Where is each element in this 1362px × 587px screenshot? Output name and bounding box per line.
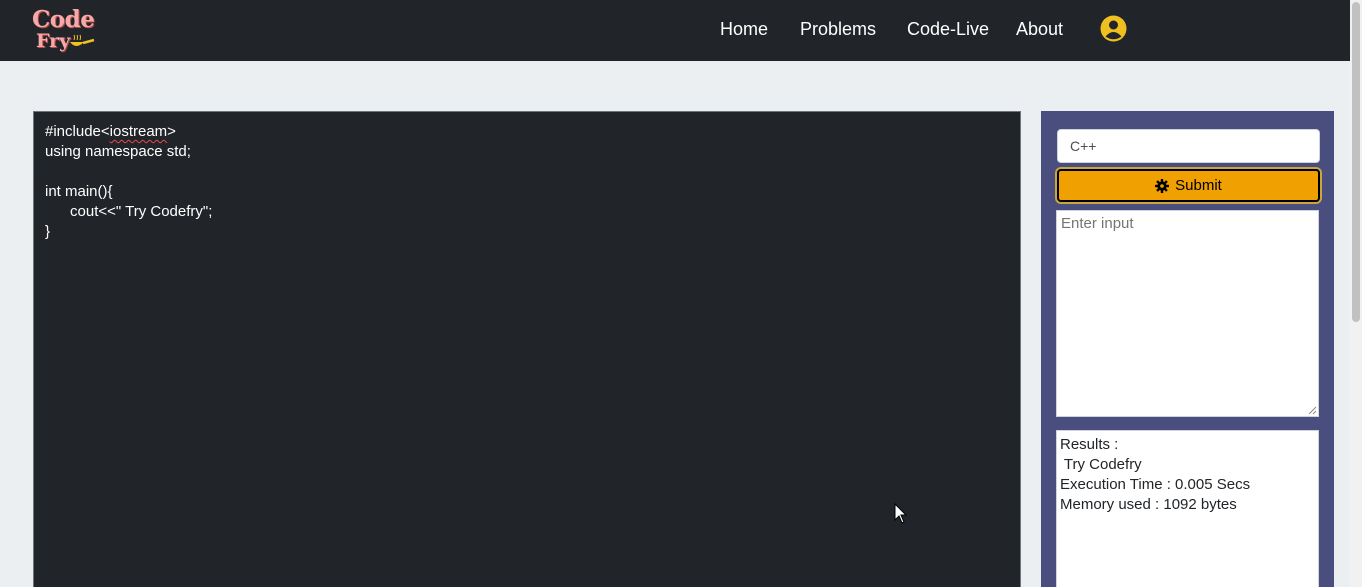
code-line: int main(){ xyxy=(45,183,113,200)
stdin-input[interactable]: Enter input xyxy=(1056,210,1319,417)
results-heading: Results : xyxy=(1060,436,1119,453)
nav-code-live[interactable]: Code-Live xyxy=(907,19,989,40)
language-select[interactable]: C++ xyxy=(1057,129,1320,163)
code-line: #include<iostream> xyxy=(45,123,176,140)
code-include-target: iostream xyxy=(109,123,168,140)
submit-label: Submit xyxy=(1175,177,1222,194)
nav-about[interactable]: About xyxy=(1016,19,1063,40)
nav-problems[interactable]: Problems xyxy=(800,19,876,40)
frying-pan-icon xyxy=(70,34,95,46)
code-editor[interactable]: #include<iostream> using namespace std; … xyxy=(33,111,1021,587)
nav-home[interactable]: Home xyxy=(720,19,768,40)
codefry-logo[interactable]: Code Fry xyxy=(30,6,100,56)
logo-text-code: Code xyxy=(32,6,95,33)
scrollbar-thumb[interactable] xyxy=(1352,2,1360,322)
code-line: } xyxy=(45,223,51,240)
mouse-cursor-icon xyxy=(894,503,908,524)
logo-text-fry: Fry xyxy=(36,30,71,52)
submit-button[interactable]: Submit xyxy=(1057,169,1320,202)
results-output: Try Codefry xyxy=(1060,456,1142,473)
code-line: using namespace std; xyxy=(45,143,191,160)
memory-used: Memory used : 1092 bytes xyxy=(1060,496,1237,513)
execution-time: Execution Time : 0.005 Secs xyxy=(1060,476,1251,493)
page-scrollbar[interactable] xyxy=(1350,0,1362,587)
navbar: Code Fry Home Problems Code-Live About xyxy=(0,0,1350,61)
code-line: cout<<" Try Codefry"; xyxy=(45,203,213,220)
gear-icon xyxy=(1155,178,1170,193)
run-panel: C++ Submit Enter input Results : Try Cod… xyxy=(1041,111,1334,587)
results-panel: Results : Try Codefry Execution Time : 0… xyxy=(1056,430,1319,587)
user-circle-icon[interactable] xyxy=(1100,15,1127,42)
stdin-placeholder: Enter input xyxy=(1061,215,1134,232)
resize-grip-icon[interactable] xyxy=(1308,406,1317,415)
